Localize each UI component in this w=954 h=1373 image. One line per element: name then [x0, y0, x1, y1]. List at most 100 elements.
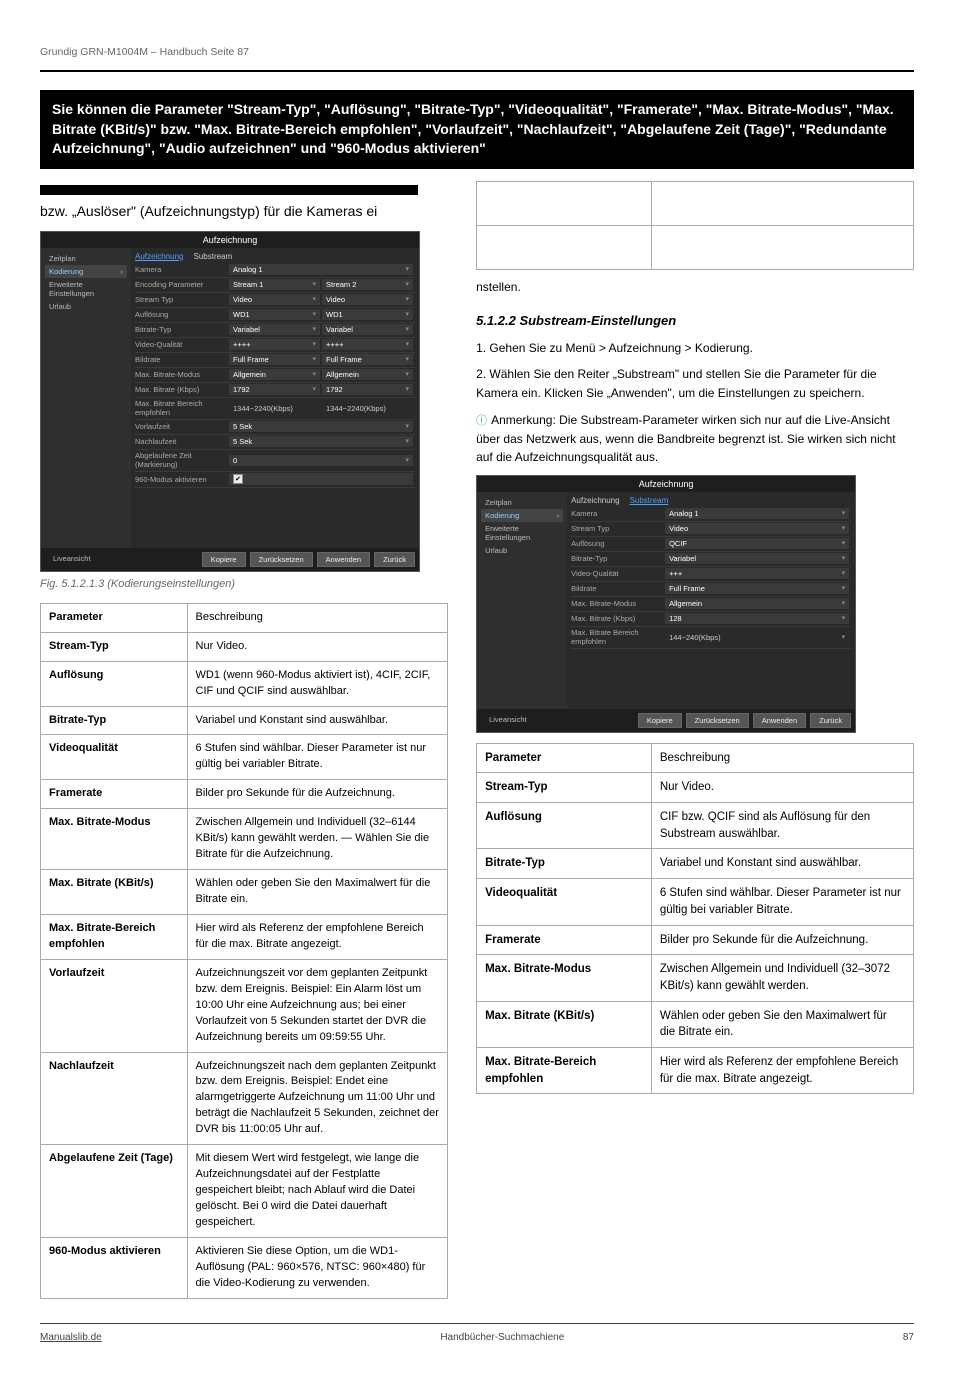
table-row: ParameterBeschreibung — [41, 603, 448, 632]
shot-sidebar: ZeitplanKodierung ›Erweiterte Einstellun… — [41, 248, 131, 548]
param-name: Parameter — [41, 603, 188, 632]
shot-row: BildrateFull Frame — [571, 582, 851, 597]
param-desc: 6 Stufen sind wählbar. Dieser Parameter … — [651, 879, 913, 925]
table-row: Stream-TypNur Video. — [41, 632, 448, 661]
param-name: Max. Bitrate (KBit/s) — [41, 870, 188, 915]
shot-row: Max. Bitrate-ModusAllgemein — [571, 597, 851, 612]
shot-field[interactable]: Full Frame — [322, 354, 413, 365]
shot-field[interactable]: Allgemein — [229, 369, 320, 380]
sidebar-item[interactable]: Erweiterte Einstellungen — [45, 278, 127, 300]
shot-field[interactable]: Stream 1 — [229, 279, 320, 290]
shot-field[interactable]: WD1 — [322, 309, 413, 320]
param-name: Abgelaufene Zeit (Tage) — [41, 1145, 188, 1238]
shot-action-button[interactable]: Kopiere — [202, 552, 246, 567]
shot-tab[interactable]: Aufzeichnung — [571, 496, 619, 505]
sidebar-item[interactable]: Kodierung › — [481, 509, 563, 522]
shot-tab[interactable]: Substream — [193, 252, 232, 261]
param-desc: Beschreibung — [187, 603, 448, 632]
sidebar-item[interactable]: Urlaub — [481, 544, 563, 557]
shot-action-button[interactable]: Zurücksetzen — [686, 713, 749, 728]
shot-tab[interactable]: Aufzeichnung — [135, 252, 183, 261]
param-name: Vorlaufzeit — [41, 959, 188, 1052]
snippet-text: bzw. „Auslöser" (Aufzeichnungstyp) für d… — [40, 201, 448, 223]
info-icon: ⓘ — [476, 415, 487, 427]
table-row: Bitrate-TypVariabel und Konstant sind au… — [477, 849, 914, 879]
sidebar-item[interactable]: Kodierung › — [45, 265, 127, 278]
shot-action-button[interactable]: Zurück — [810, 713, 851, 728]
sidebar-item[interactable]: Erweiterte Einstellungen — [481, 522, 563, 544]
param-desc: Nur Video. — [651, 773, 913, 803]
shot-field[interactable]: 1792 — [322, 384, 413, 395]
table-row: Max. Bitrate (KBit/s)Wählen oder geben S… — [477, 1001, 914, 1047]
param-desc: Beschreibung — [651, 743, 913, 773]
table-row: Max. Bitrate-ModusZwischen Allgemein und… — [41, 809, 448, 870]
shot-tabs: Aufzeichnung Substream — [571, 496, 851, 505]
shot-title: Aufzeichnung — [41, 232, 419, 248]
checkbox-icon[interactable]: ✔ — [233, 474, 243, 484]
sidebar-item[interactable]: Zeitplan — [45, 252, 127, 265]
param-name: Stream-Typ — [41, 632, 188, 661]
param-desc: Wählen oder geben Sie den Maximalwert fü… — [651, 1001, 913, 1047]
shot-action-button[interactable]: Anwenden — [317, 552, 370, 567]
shot-field[interactable]: WD1 — [229, 309, 320, 320]
shot-tab[interactable]: Substream — [630, 496, 669, 505]
liveview-button[interactable]: Liveansicht — [481, 713, 535, 728]
shot-field[interactable]: Analog 1 — [229, 264, 413, 275]
footer-mid: Handbücher-Suchmachiene — [440, 1332, 564, 1343]
param-name: Max. Bitrate-Bereich empfohlen — [41, 914, 188, 959]
shot-field[interactable]: Stream 2 — [322, 279, 413, 290]
main-stream-param-table: ParameterBeschreibungStream-TypNur Video… — [40, 603, 448, 1299]
shot-field[interactable]: Full Frame — [665, 583, 849, 594]
shot-row: Max. Bitrate Bereich empfohlen144~240(Kb… — [571, 627, 851, 649]
shot-field[interactable]: QCIF — [665, 538, 849, 549]
shot-field[interactable]: 5 Sek — [229, 421, 413, 432]
shot-field[interactable]: Variabel — [229, 324, 320, 335]
shot-action-button[interactable]: Kopiere — [638, 713, 682, 728]
shot-row: Video-Qualität++++++++ — [135, 338, 415, 353]
param-desc: Bilder pro Sekunde für die Aufzeichnung. — [187, 780, 448, 809]
upper-continuation-table — [476, 181, 914, 270]
substream-heading: 5.1.2.2 Substream-Einstellungen — [476, 311, 914, 331]
param-name: 960-Modus aktivieren — [41, 1237, 188, 1298]
shot-field[interactable]: Video — [229, 294, 320, 305]
shot-row: Max. Bitrate Bereich empfohlen1344~2240(… — [135, 398, 415, 420]
shot-field[interactable]: 1792 — [229, 384, 320, 395]
shot-row: 960-Modus aktivieren✔ — [135, 472, 415, 488]
shot-field[interactable]: 128 — [665, 613, 849, 624]
shot-field[interactable]: Video — [665, 523, 849, 534]
shot-field[interactable]: ++++ — [322, 339, 413, 350]
table-row: Max. Bitrate-ModusZwischen Allgemein und… — [477, 955, 914, 1001]
shot-field[interactable]: +++ — [665, 568, 849, 579]
footer-brand[interactable]: Manualslib.de — [40, 1332, 102, 1343]
param-desc: Zwischen Allgemein und Individuell (32–6… — [187, 809, 448, 870]
liveview-button[interactable]: Liveansicht — [45, 552, 99, 567]
table-row: Stream-TypNur Video. — [477, 773, 914, 803]
sidebar-item[interactable]: Urlaub — [45, 300, 127, 313]
fig1-caption: Fig. 5.1.2.1.3 (Kodierungseinstellungen) — [40, 576, 448, 593]
shot-title: Aufzeichnung — [477, 476, 855, 492]
sidebar-item[interactable]: Zeitplan — [481, 496, 563, 509]
shot-action-button[interactable]: Anwenden — [753, 713, 806, 728]
doc-header: Grundig GRN-M1004M – Handbuch Seite 87 — [40, 44, 914, 60]
shot-action-button[interactable]: Zurücksetzen — [250, 552, 313, 567]
shot-field[interactable]: Analog 1 — [665, 508, 849, 519]
table-row: Videoqualität6 Stufen sind wählbar. Dies… — [41, 735, 448, 780]
shot-field[interactable]: ++++ — [229, 339, 320, 350]
shot-field[interactable]: Variabel — [665, 553, 849, 564]
param-desc: Hier wird als Referenz der empfohlene Be… — [651, 1047, 913, 1093]
shot-field[interactable]: 0 — [229, 455, 413, 466]
substream-step-1: 1. Gehen Sie zu Menü > Aufzeichnung > Ko… — [476, 339, 914, 358]
param-desc: Variabel und Konstant sind auswählbar. — [651, 849, 913, 879]
param-desc: WD1 (wenn 960-Modus aktiviert ist), 4CIF… — [187, 661, 448, 706]
shot-field[interactable]: Full Frame — [229, 354, 320, 365]
table-row: VorlaufzeitAufzeichnungszeit vor dem gep… — [41, 959, 448, 1052]
shot-action-button[interactable]: Zurück — [374, 552, 415, 567]
shot-field[interactable]: Variabel — [322, 324, 413, 335]
shot-field[interactable]: 5 Sek — [229, 436, 413, 447]
param-name: Bitrate-Typ — [477, 849, 652, 879]
shot-row: BildrateFull FrameFull Frame — [135, 353, 415, 368]
shot-field[interactable]: Video — [322, 294, 413, 305]
shot-row: KameraAnalog 1 — [571, 507, 851, 522]
shot-field[interactable]: Allgemein — [322, 369, 413, 380]
shot-field[interactable]: Allgemein — [665, 598, 849, 609]
